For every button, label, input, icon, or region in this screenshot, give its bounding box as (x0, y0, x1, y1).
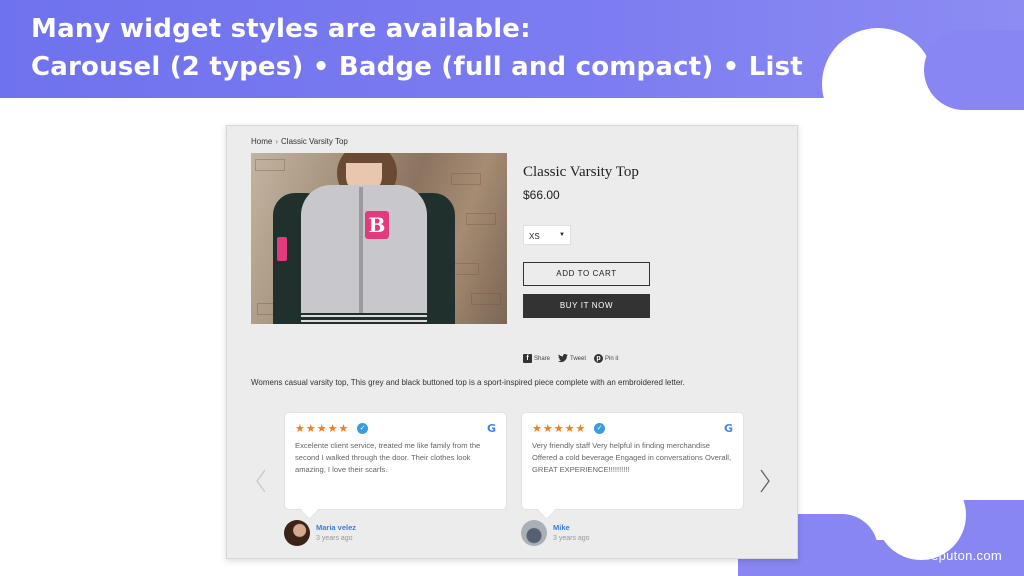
share-facebook-link[interactable]: f Share (523, 354, 550, 363)
share-facebook-label: Share (534, 355, 551, 362)
verified-badge-icon: ✓ (357, 423, 368, 434)
breadcrumb-separator: › (275, 137, 279, 146)
chevron-left-icon[interactable] (255, 468, 267, 494)
brick-texture (255, 159, 285, 171)
size-select-value: XS (529, 232, 540, 241)
avatar (284, 520, 310, 546)
dropdown-caret-icon: ▼ (559, 232, 565, 238)
buy-now-button[interactable]: BUY IT NOW (523, 294, 650, 318)
decorative-blob (924, 30, 1024, 110)
size-select[interactable]: XS ▼ (523, 225, 571, 245)
star-rating: ★★★★★ (532, 423, 587, 435)
share-pinterest-label: Pin it (605, 355, 619, 362)
google-logo-icon: G (723, 422, 733, 435)
chevron-right-icon[interactable] (759, 468, 771, 494)
shop-product-page: Home › Classic Varsity Top B Classic Varsi… (226, 125, 798, 559)
jacket-placket (359, 187, 363, 324)
share-bar: f Share Tweet p Pin it (523, 354, 618, 363)
brick-texture (451, 173, 481, 185)
review-time: 3 years ago (316, 535, 353, 542)
product-title: Classic Varsity Top (523, 164, 639, 180)
sleeve-patch (277, 237, 287, 261)
add-to-cart-button[interactable]: ADD TO CART (523, 262, 650, 286)
review-card: ★★★★★ ✓ G Very friendly staff Very helpf… (521, 412, 744, 510)
twitter-icon (558, 354, 569, 363)
star-rating: ★★★★★ (295, 423, 350, 435)
banner-subline: Carousel (2 types) • Badge (full and com… (31, 52, 803, 82)
verified-badge-icon: ✓ (594, 423, 605, 434)
review-text: Very friendly staff Very helpful in find… (532, 441, 732, 474)
reviewer-name[interactable]: Mike (553, 523, 570, 532)
product-price: $66.00 (523, 188, 560, 202)
breadcrumb-home-link[interactable]: Home (251, 137, 272, 146)
brand-url: reputon.com (926, 548, 1002, 563)
breadcrumb-current: Classic Varsity Top (281, 137, 348, 146)
reviewer-name[interactable]: Maria velez (316, 523, 356, 532)
product-image[interactable]: B (251, 153, 507, 324)
review-text: Excelente client service, treated me lik… (295, 441, 481, 474)
banner-headline: Many widget styles are available: (31, 14, 531, 44)
jacket-hem (301, 313, 427, 324)
product-description: Womens casual varsity top, This grey and… (251, 378, 685, 387)
breadcrumb: Home › Classic Varsity Top (251, 137, 348, 146)
jacket-body (301, 185, 427, 324)
share-twitter-link[interactable]: Tweet (558, 354, 586, 363)
decorative-blob (876, 470, 966, 560)
avatar (521, 520, 547, 546)
google-logo-icon: G (486, 422, 496, 435)
pinterest-icon: p (594, 354, 604, 363)
review-card: ★★★★★ ✓ G Excelente client service, trea… (284, 412, 507, 510)
share-twitter-label: Tweet (570, 355, 587, 362)
review-time: 3 years ago (553, 535, 590, 542)
jacket-letter: B (365, 211, 389, 239)
facebook-icon: f (523, 354, 532, 363)
brick-texture (471, 293, 501, 305)
brick-texture (466, 213, 496, 225)
share-pinterest-link[interactable]: p Pin it (594, 354, 618, 363)
